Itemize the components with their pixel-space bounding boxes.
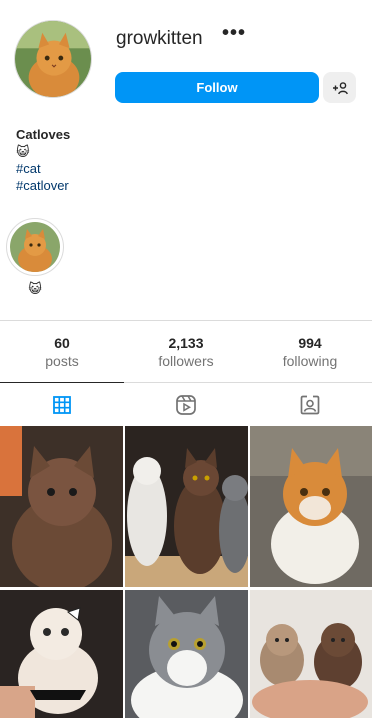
profile-username: growkitten bbox=[116, 28, 203, 49]
post-thumbnail[interactable] bbox=[250, 590, 372, 718]
tab-reels[interactable] bbox=[124, 383, 248, 426]
grid-icon bbox=[53, 395, 71, 414]
tab-posts[interactable] bbox=[0, 382, 124, 426]
profile-tabs bbox=[0, 382, 372, 426]
more-options-icon[interactable]: ••• bbox=[222, 22, 246, 45]
post-thumbnail[interactable] bbox=[125, 590, 248, 718]
orange-kitten-image bbox=[250, 426, 372, 587]
brown-kitten-image bbox=[0, 426, 123, 587]
two-kittens-image bbox=[250, 590, 372, 718]
cat-avatar-image bbox=[15, 21, 91, 97]
stat-following[interactable]: 994 following bbox=[248, 321, 372, 382]
post-thumbnail[interactable] bbox=[0, 590, 123, 718]
profile-avatar[interactable] bbox=[14, 20, 92, 98]
tagged-icon bbox=[300, 395, 320, 414]
reels-icon bbox=[176, 394, 196, 415]
profile-bio: Catloves 😺 #cat #catlover bbox=[16, 126, 356, 194]
post-thumbnail[interactable] bbox=[125, 426, 248, 587]
bio-emoji: 😺 bbox=[16, 144, 30, 159]
add-person-icon[interactable] bbox=[323, 72, 356, 103]
profile-header: growkitten ••• Follow bbox=[0, 0, 372, 120]
highlight-cover bbox=[10, 222, 60, 272]
post-thumbnail[interactable] bbox=[250, 426, 372, 587]
stat-posts-value: 60 bbox=[54, 335, 70, 351]
bio-name: Catloves bbox=[16, 127, 71, 142]
tab-tagged[interactable] bbox=[248, 383, 372, 426]
stat-followers[interactable]: 2,133 followers bbox=[124, 321, 248, 382]
post-thumbnail[interactable] bbox=[0, 426, 123, 587]
profile-stats: 60 posts 2,133 followers 994 following bbox=[0, 320, 372, 382]
persian-kitten-image bbox=[0, 590, 123, 718]
follow-button[interactable]: Follow bbox=[115, 72, 319, 103]
story-highlight[interactable]: 😺 bbox=[6, 218, 64, 297]
stat-posts-label: posts bbox=[45, 353, 79, 369]
stat-following-value: 994 bbox=[298, 335, 322, 351]
stat-following-label: following bbox=[282, 353, 338, 369]
highlight-label: 😺 bbox=[28, 281, 42, 296]
stat-followers-label: followers bbox=[158, 353, 214, 369]
hashtag-link-cat[interactable]: #cat bbox=[16, 160, 356, 177]
stat-posts[interactable]: 60 posts bbox=[0, 321, 124, 382]
three-cats-image bbox=[125, 426, 248, 587]
posts-grid bbox=[0, 426, 372, 718]
stat-followers-value: 2,133 bbox=[168, 335, 204, 351]
highlight-ring bbox=[6, 218, 64, 276]
grey-white-cat-image bbox=[125, 590, 248, 718]
hashtag-link-catlover[interactable]: #catlover bbox=[16, 177, 356, 194]
